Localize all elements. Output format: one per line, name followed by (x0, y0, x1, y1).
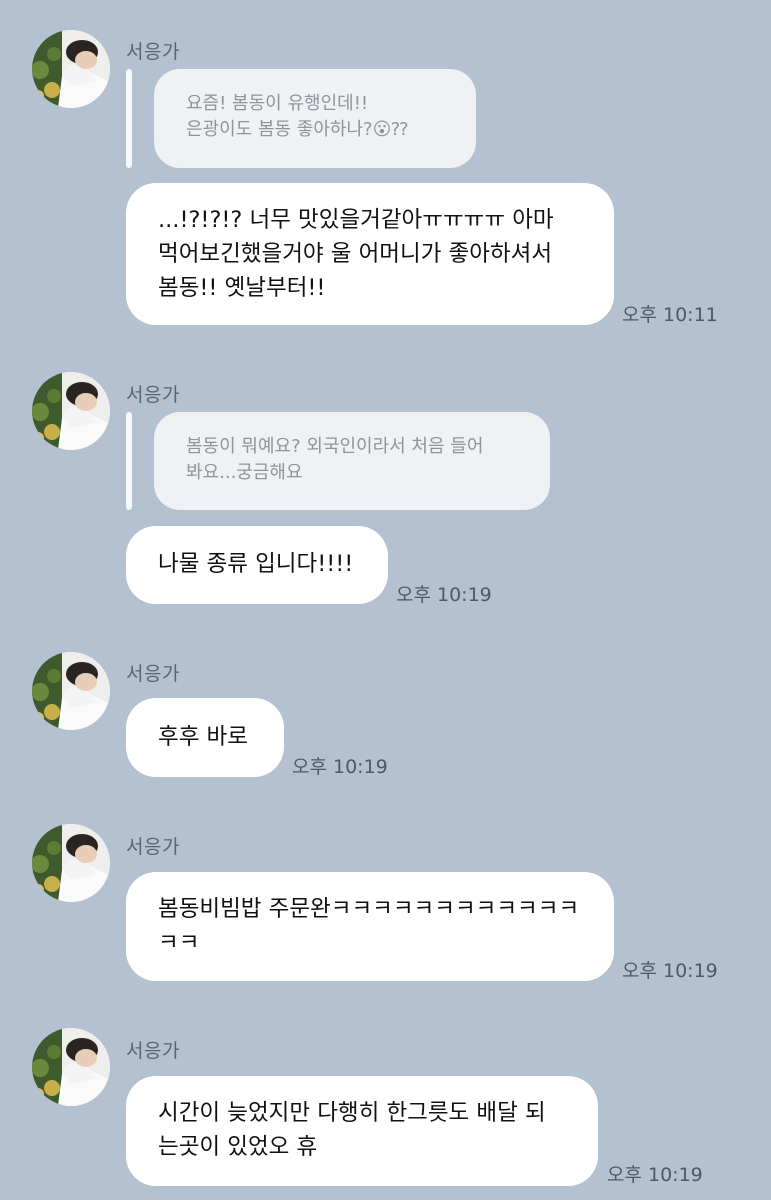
quote-bar (126, 412, 132, 510)
avatar[interactable] (32, 372, 110, 450)
sender-name: 서응가 (126, 384, 180, 406)
sender-name: 서응가 (126, 663, 180, 685)
profile-photo-icon (32, 652, 110, 730)
profile-photo-icon (32, 372, 110, 450)
message-bubble[interactable]: 봄동비빔밥 주문완ㅋㅋㅋㅋㅋㅋㅋㅋㅋㅋㅋㅋ ㅋㅋ (126, 872, 614, 981)
chat-room[interactable]: 서응가 요즘! 봄동이 유행인데!! 은광이도 봄동 좋아하나?😮⁇ ...!?… (0, 0, 771, 1200)
message-time: 오후 10:19 (622, 960, 718, 982)
quoted-message: 봄동이 뭐예요? 외국인이라서 처음 들어 봐요...궁금해요 (154, 412, 550, 510)
profile-photo-icon (32, 1028, 110, 1106)
profile-photo-icon (32, 824, 110, 902)
profile-photo-icon (32, 30, 110, 108)
quoted-message: 요즘! 봄동이 유행인데!! 은광이도 봄동 좋아하나?😮⁇ (154, 69, 476, 168)
sender-name: 서응가 (126, 836, 180, 858)
message-bubble[interactable]: 나물 종류 입니다!!!! (126, 526, 388, 604)
message-time: 오후 10:19 (292, 756, 388, 778)
message-time: 오후 10:19 (607, 1164, 703, 1186)
quote-bar (126, 69, 132, 168)
sender-name: 서응가 (126, 1040, 180, 1062)
sender-name: 서응가 (126, 41, 180, 63)
message-bubble[interactable]: 시간이 늦었지만 다행히 한그릇도 배달 되 는곳이 있었오 휴 (126, 1076, 598, 1186)
avatar[interactable] (32, 30, 110, 108)
avatar[interactable] (32, 652, 110, 730)
message-bubble[interactable]: 후후 바로 (126, 698, 284, 777)
avatar[interactable] (32, 824, 110, 902)
message-time: 오후 10:11 (622, 304, 718, 326)
message-bubble[interactable]: ...!?!?!? 너무 맛있을거같아ㅠㅠㅠㅠ 아마 먹어보긴했을거야 울 어머… (126, 183, 614, 325)
avatar[interactable] (32, 1028, 110, 1106)
message-time: 오후 10:19 (396, 584, 492, 606)
